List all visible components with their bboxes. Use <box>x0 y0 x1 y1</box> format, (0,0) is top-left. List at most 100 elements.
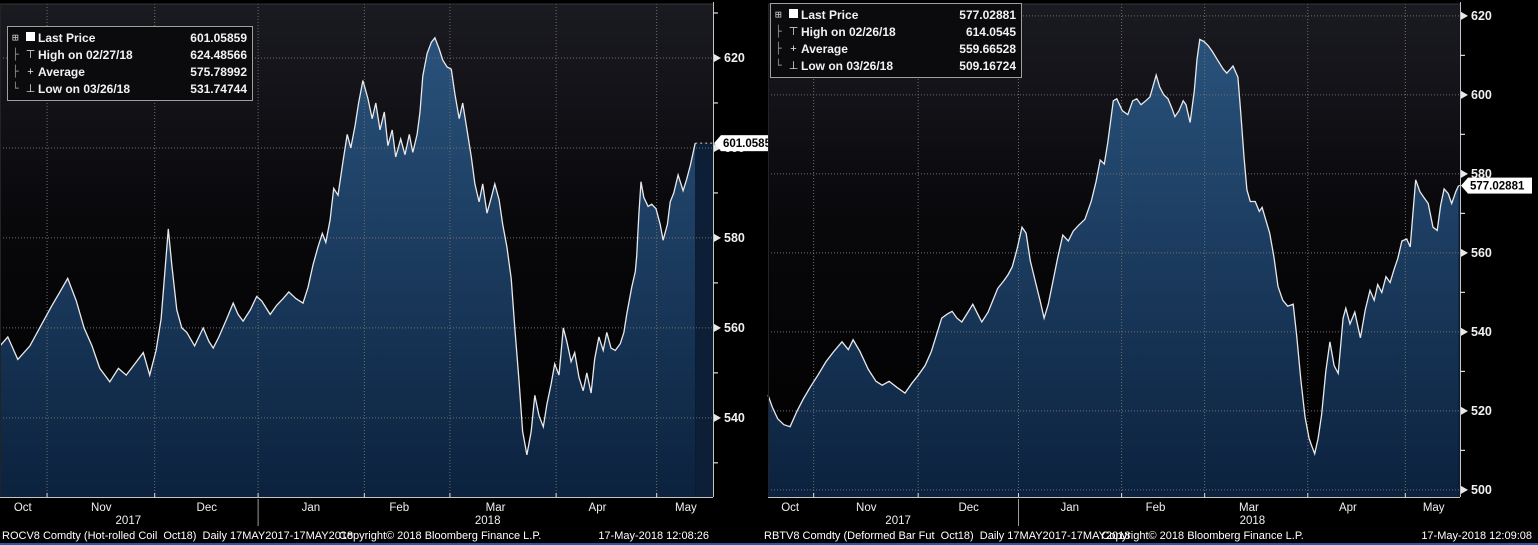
y-tick-arrow-icon <box>1461 328 1468 336</box>
y-axis-tick-label: 620 <box>1471 9 1492 23</box>
x-axis-month-label: Feb <box>389 502 409 514</box>
x-axis-month-label: May <box>675 502 697 514</box>
legend-label: Average <box>801 42 858 56</box>
y-axis-tick-label: 540 <box>1471 325 1492 339</box>
legend-value: 531.74744 <box>190 82 247 96</box>
average-marker-icon: + <box>786 43 801 55</box>
y-tick-arrow-icon <box>714 234 721 242</box>
y-tick-arrow-icon <box>714 414 721 422</box>
security-description: RBTV8 Comdty (Deformed Bar Fut Oct18) Da… <box>764 529 1130 543</box>
last-price-label: 577.02881 <box>1470 181 1525 193</box>
legend-row-average_marker[interactable]: ├+Average 559.66528 <box>775 40 1016 57</box>
chart-status-bar: RBTV8 Comdty (Deformed Bar Fut Oct18) Da… <box>762 529 1538 543</box>
y-tick-arrow-icon <box>1461 486 1468 494</box>
last-price-box-arrow-icon <box>1461 178 1468 194</box>
x-axis-month-label: Mar <box>486 502 506 514</box>
copyright-notice: Copyright© 2018 Bloomberg Finance L.P. <box>1101 529 1303 543</box>
legend-tree-branch: ├ <box>12 65 23 78</box>
y-tick-arrow-icon <box>1461 249 1468 257</box>
y-axis-tick-label: 580 <box>724 231 745 245</box>
legend-tree-branch: ├ <box>775 42 786 55</box>
last-price-color-swatch <box>26 32 35 41</box>
average-marker-icon: + <box>23 66 38 78</box>
legend-tree-branch: └ <box>12 82 23 95</box>
chart-legend[interactable]: ⊞ Last Price 601.05859 ├⊤High on 02/27/18 62… <box>7 26 253 101</box>
x-axis-month-label: Nov <box>91 502 112 514</box>
last-price-color-swatch <box>789 9 798 18</box>
bloomberg-dual-chart-screen: 620 600 580 560 540 Oct Nov Dec Jan Feb Mar Apr May 2… <box>0 0 1538 545</box>
legend-row-high_whisker[interactable]: ├⊤High on 02/26/18 614.0545 <box>775 23 1016 40</box>
legend-value: 601.05859 <box>190 31 247 45</box>
y-tick-arrow-icon <box>1461 170 1468 178</box>
chart-legend[interactable]: ⊞ Last Price 577.02881 ├⊤High on 02/26/18 61… <box>770 3 1022 78</box>
x-axis-month-label: Nov <box>856 502 877 514</box>
legend-label: High on 02/26/18 <box>801 25 906 39</box>
low-whisker-icon: ⊥ <box>786 59 801 72</box>
legend-value: 509.16724 <box>959 59 1016 73</box>
y-tick-arrow-icon <box>1461 407 1468 415</box>
legend-row-average_marker[interactable]: ├+Average 575.78992 <box>12 63 247 80</box>
last-price-swatch-icon <box>786 9 801 21</box>
legend-label: Average <box>38 65 95 79</box>
legend-label: Low on 03/26/18 <box>801 59 903 73</box>
y-axis-tick-label: 540 <box>724 411 745 425</box>
legend-row-last_price_swatch[interactable]: ⊞ Last Price 601.05859 <box>12 29 247 46</box>
legend-value: 614.0545 <box>966 25 1016 39</box>
legend-row-low_whisker[interactable]: └⊥Low on 03/26/18 531.74744 <box>12 80 247 97</box>
x-axis-month-label: Apr <box>1339 502 1357 514</box>
legend-row-last_price_swatch[interactable]: ⊞ Last Price 577.02881 <box>775 6 1016 23</box>
legend-value: 559.66528 <box>959 42 1016 56</box>
legend-tree-branch: └ <box>775 59 786 72</box>
price-chart-panel-left: 620600580560540OctNovDecJanFebMarAprMay2… <box>0 0 775 545</box>
x-axis-year-label: 2018 <box>1240 515 1266 527</box>
x-axis-month-label: May <box>1423 502 1445 514</box>
legend-label: Last Price <box>38 31 105 45</box>
low-whisker-icon: ⊥ <box>23 82 38 95</box>
price-chart-panel-right: 620600580560540520500OctNovDecJanFebMarA… <box>762 0 1538 545</box>
y-tick-arrow-icon <box>714 54 721 62</box>
y-axis-tick-label: 620 <box>724 51 745 65</box>
legend-row-low_whisker[interactable]: └⊥Low on 03/26/18 509.16724 <box>775 57 1016 74</box>
legend-label: Last Price <box>801 8 868 22</box>
copyright-notice: Copyright© 2018 Bloomberg Finance L.P. <box>339 529 541 543</box>
legend-expand-icon[interactable]: ⊞ <box>775 8 786 21</box>
x-axis-month-label: Apr <box>589 502 607 514</box>
chart-status-bar: ROCV8 Comdty (Hot-rolled Coil Oct18) Dai… <box>0 529 775 543</box>
price-chart-right[interactable]: 620600580560540520500OctNovDecJanFebMarA… <box>762 0 1538 528</box>
legend-value: 577.02881 <box>959 8 1016 22</box>
legend-row-high_whisker[interactable]: ├⊤High on 02/27/18 624.48566 <box>12 46 247 63</box>
legend-label: High on 02/27/18 <box>38 48 143 62</box>
x-axis-year-label: 2017 <box>116 515 142 527</box>
legend-label: Low on 03/26/18 <box>38 82 140 96</box>
y-tick-arrow-icon <box>714 324 721 332</box>
y-axis-tick-label: 520 <box>1471 404 1492 418</box>
x-axis-month-label: Dec <box>958 502 979 514</box>
last-price-swatch-icon <box>23 32 38 44</box>
x-axis-month-label: Oct <box>781 502 800 514</box>
legend-tree-branch: ├ <box>12 48 23 61</box>
x-axis-month-label: Feb <box>1146 502 1166 514</box>
y-axis-tick-label: 560 <box>1471 246 1492 260</box>
x-axis-month-label: Oct <box>14 502 33 514</box>
legend-expand-icon[interactable]: ⊞ <box>12 31 23 44</box>
y-axis-tick-label: 500 <box>1471 483 1492 497</box>
y-axis-tick-label: 600 <box>1471 88 1492 102</box>
y-tick-arrow-icon <box>1461 91 1468 99</box>
x-axis-month-label: Jan <box>302 502 321 514</box>
x-axis-year-label: 2018 <box>475 515 501 527</box>
legend-value: 624.48566 <box>190 48 247 62</box>
legend-value: 575.78992 <box>190 65 247 79</box>
security-description: ROCV8 Comdty (Hot-rolled Coil Oct18) Dai… <box>2 529 353 543</box>
x-axis-month-label: Mar <box>1239 502 1259 514</box>
area-tail-band <box>1459 186 1460 497</box>
high-whisker-icon: ⊤ <box>23 48 38 61</box>
legend-tree-branch: ├ <box>775 25 786 38</box>
area-tail-band <box>695 143 713 497</box>
y-axis-tick-label: 560 <box>724 321 745 335</box>
y-tick-arrow-icon <box>1461 12 1468 20</box>
x-axis-month-label: Dec <box>197 502 218 514</box>
x-axis-month-label: Jan <box>1060 502 1079 514</box>
timestamp: 17-May-2018 12:09:08 <box>1421 529 1532 543</box>
high-whisker-icon: ⊤ <box>786 25 801 38</box>
timestamp: 17-May-2018 12:08:26 <box>598 529 709 543</box>
